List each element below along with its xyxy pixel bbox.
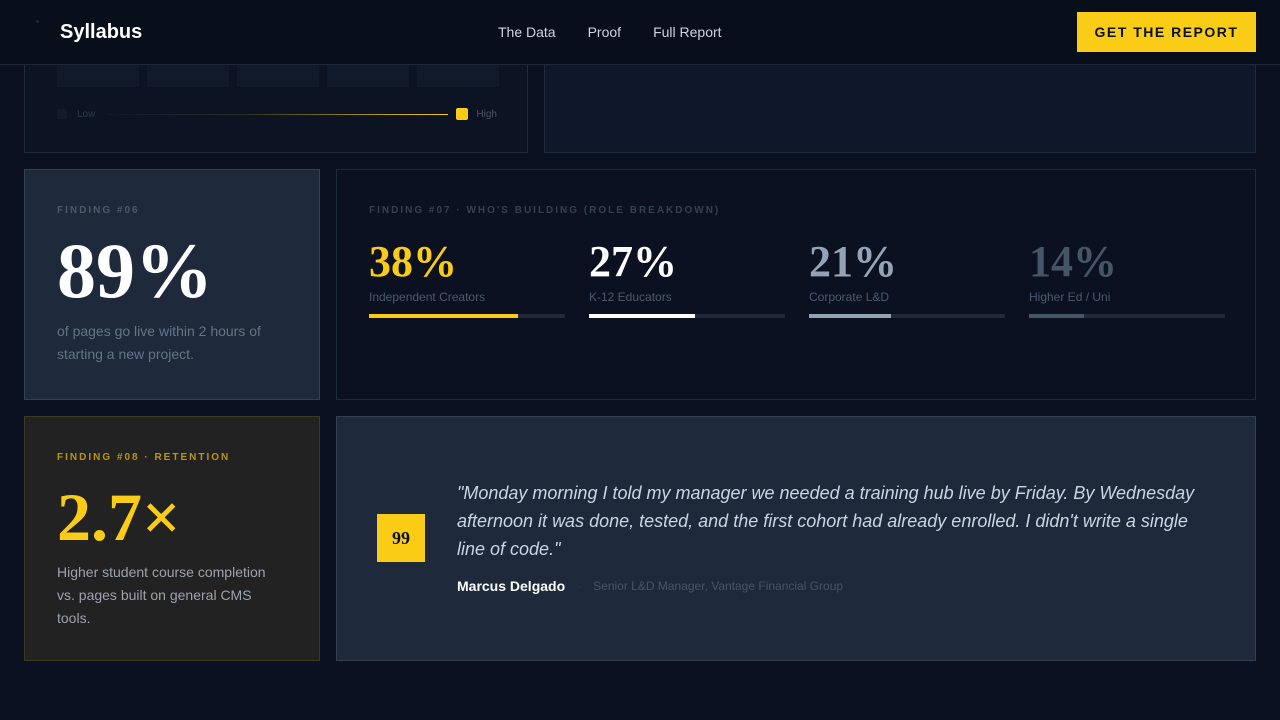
- brand-mark-icon: [36, 20, 39, 23]
- testimonial-attribution: Marcus Delgado · Senior L&D Manager, Van…: [457, 578, 843, 594]
- role-stat-label: K-12 Educators: [589, 290, 672, 304]
- finding-08-value: 2.7×: [57, 479, 181, 555]
- role-stat-value: 38%: [369, 237, 457, 286]
- role-stat-bar: [589, 314, 695, 318]
- finding-06-description: of pages go live within 2 hours of start…: [57, 323, 261, 362]
- testimonial-role: Senior L&D Manager, Vantage Financial Gr…: [593, 579, 844, 593]
- brand-logo[interactable]: Syllabus: [60, 21, 142, 44]
- role-stat-bar: [369, 314, 518, 318]
- role-stat-label: Independent Creators: [369, 290, 486, 304]
- testimonial-card: 99 "Monday morning I told my manager we …: [336, 416, 1256, 661]
- role-stat-track: [1029, 314, 1225, 318]
- finding-06-card: FINDING #06 89% of pages go live within …: [24, 169, 320, 400]
- role-stat-track: [589, 314, 785, 318]
- role-stat-track: [369, 314, 565, 318]
- nav-link-full-report[interactable]: Full Report: [653, 24, 721, 40]
- nav-link-proof[interactable]: Proof: [588, 24, 621, 40]
- legend-low-swatch: [57, 109, 67, 119]
- role-breakdown: 38% Independent Creators 27% K-12 Educat…: [369, 240, 1225, 318]
- testimonial-author: Marcus Delgado: [457, 578, 566, 594]
- get-report-button[interactable]: GET THE REPORT: [1077, 12, 1256, 52]
- role-stat-value: 27%: [589, 237, 677, 286]
- role-stat-track: [809, 314, 1005, 318]
- finding-06-value: 89%: [57, 227, 213, 314]
- role-stat-bar: [809, 314, 892, 318]
- role-stat-label: Corporate L&D: [809, 290, 890, 304]
- role-stat: 38% Independent Creators: [369, 240, 565, 318]
- finding-07-eyebrow: FINDING #07 · WHO'S BUILDING (ROLE BREAK…: [369, 205, 721, 216]
- quote-icon: 99: [377, 514, 425, 562]
- role-stat-bar: [1029, 314, 1084, 318]
- main-nav: The Data Proof Full Report: [498, 24, 722, 40]
- finding-06-eyebrow: FINDING #06: [57, 205, 140, 216]
- nav-link-the-data[interactable]: The Data: [498, 24, 556, 40]
- role-stat: 27% K-12 Educators: [589, 240, 785, 318]
- finding-08-eyebrow: FINDING #08 · RETENTION: [57, 452, 231, 463]
- finding-07-card: FINDING #07 · WHO'S BUILDING (ROLE BREAK…: [336, 169, 1256, 400]
- testimonial-quote: "Monday morning I told my manager we nee…: [457, 483, 1195, 559]
- finding-08-description: Higher student course completion vs. pag…: [57, 564, 266, 626]
- role-stat: 21% Corporate L&D: [809, 240, 1005, 318]
- role-stat-value: 21%: [809, 237, 897, 286]
- attribution-separator: ·: [577, 579, 582, 593]
- legend-gradient: [107, 113, 449, 115]
- role-stat-label: Higher Ed / Uni: [1029, 290, 1111, 304]
- site-header: Syllabus The Data Proof Full Report GET …: [0, 0, 1280, 65]
- role-stat-value: 14%: [1029, 237, 1117, 286]
- legend-high-label: High: [476, 108, 497, 120]
- heatmap-legend: Low High: [57, 107, 497, 121]
- legend-low-label: Low: [77, 108, 96, 120]
- finding-08-card: FINDING #08 · RETENTION 2.7× Higher stud…: [24, 416, 320, 661]
- legend-high-swatch: [456, 108, 469, 120]
- role-stat: 14% Higher Ed / Uni: [1029, 240, 1225, 318]
